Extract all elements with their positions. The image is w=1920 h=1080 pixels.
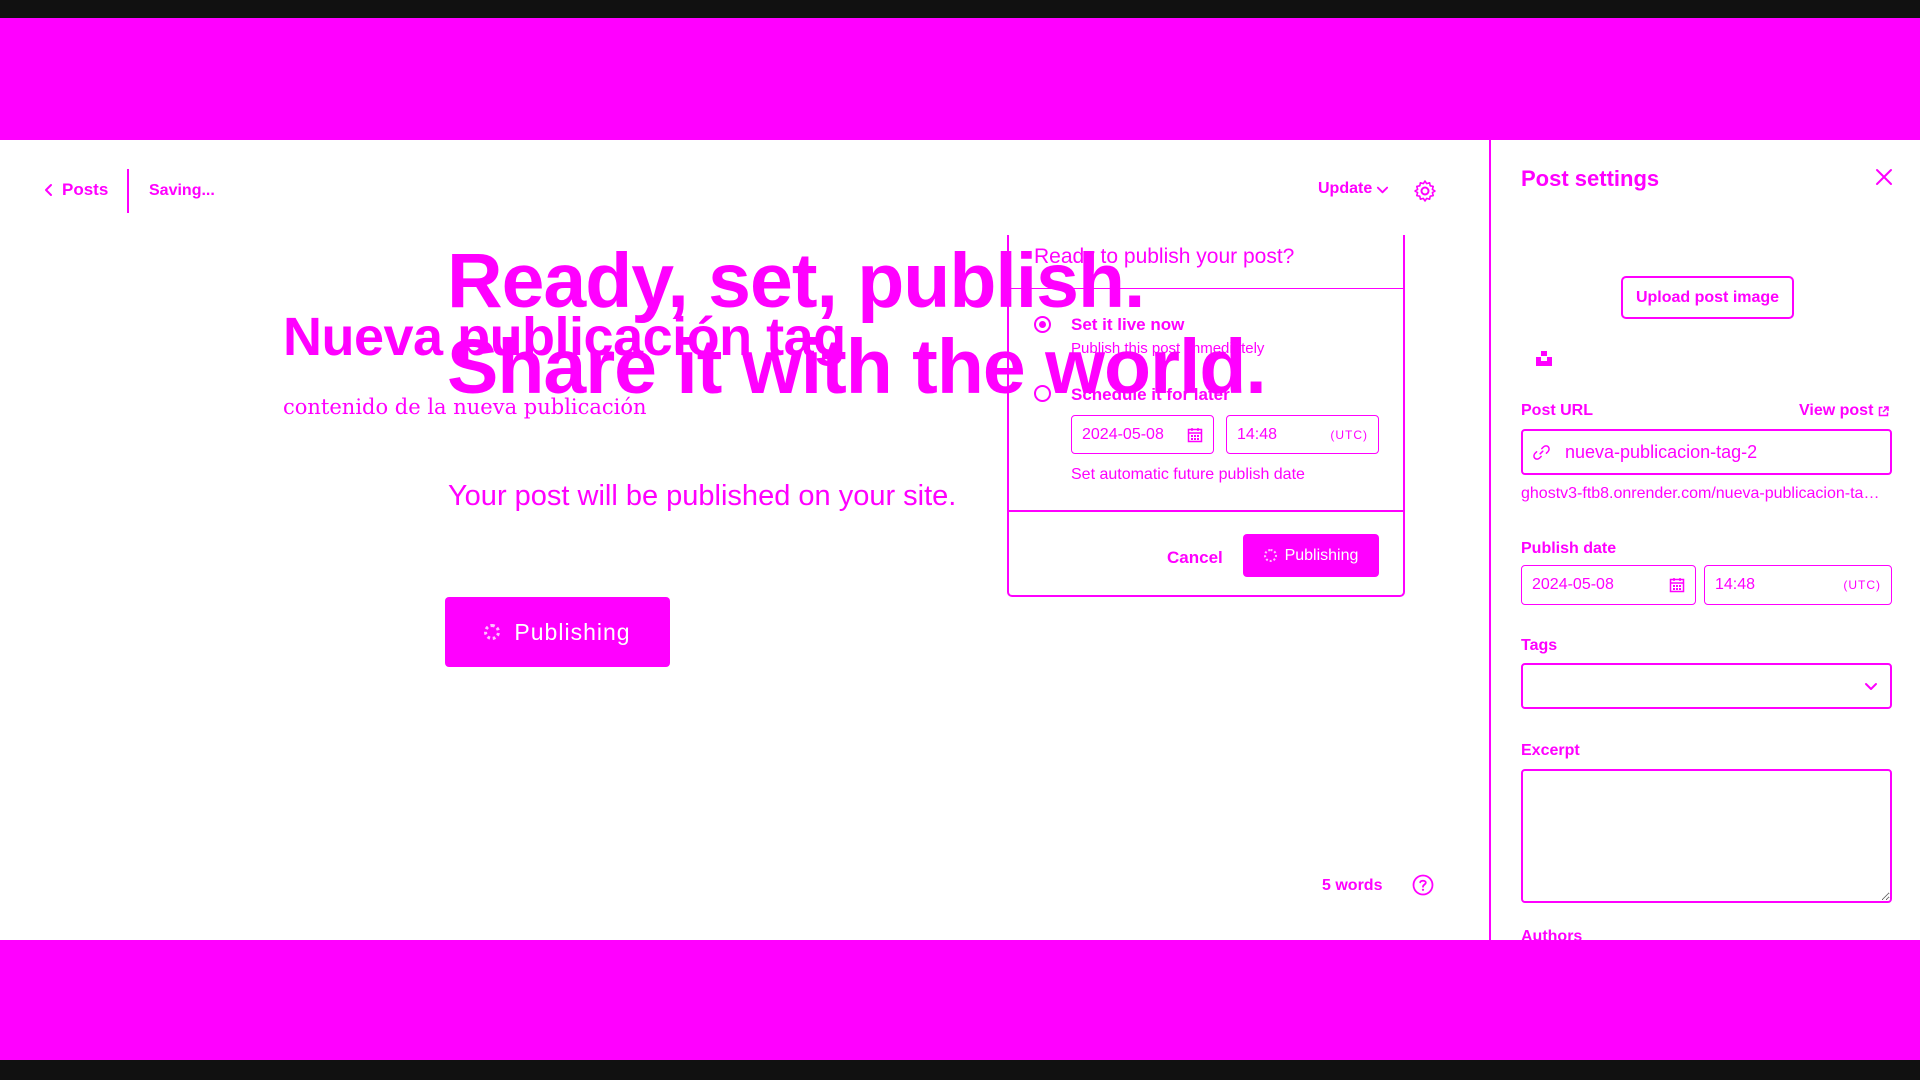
popover-footer-divider bbox=[1009, 510, 1403, 512]
view-post-link[interactable]: View post bbox=[1799, 402, 1890, 420]
external-link-icon bbox=[1879, 405, 1890, 416]
header-divider bbox=[127, 169, 129, 213]
schedule-time-value: 14:48 bbox=[1237, 425, 1278, 443]
publish-time-input[interactable]: 14:48 (UTC) bbox=[1704, 565, 1892, 605]
post-editor: Posts Saving... Update Nueva publicación… bbox=[0, 140, 1920, 940]
back-link-label: Posts bbox=[62, 180, 109, 199]
post-url-input[interactable]: nueva-publicacion-tag-2 bbox=[1521, 429, 1892, 475]
popover-publishing-button[interactable]: Publishing bbox=[1243, 534, 1379, 577]
upload-post-image-button[interactable]: Upload post image bbox=[1621, 276, 1794, 319]
spinner-icon bbox=[484, 624, 501, 640]
top-band bbox=[0, 18, 1920, 140]
publish-options-popover: Ready to publish your post? Set it live … bbox=[1007, 235, 1405, 597]
update-label: Update bbox=[1318, 180, 1373, 197]
help-icon[interactable] bbox=[1412, 874, 1434, 896]
post-url-value: nueva-publicacion-tag-2 bbox=[1565, 441, 1758, 462]
link-icon bbox=[1533, 444, 1550, 460]
option-now-label: Set it live now bbox=[1071, 315, 1185, 334]
bottom-band bbox=[0, 940, 1920, 1060]
spinner-icon bbox=[1263, 549, 1277, 562]
schedule-time-input[interactable]: 14:48 (UTC) bbox=[1226, 415, 1379, 454]
excerpt-textarea[interactable] bbox=[1521, 769, 1892, 903]
chevron-left-icon bbox=[45, 184, 52, 196]
publish-date-label: Publish date bbox=[1521, 540, 1617, 557]
publishing-button-label: Publishing bbox=[514, 618, 631, 645]
calendar-icon[interactable] bbox=[1187, 427, 1203, 443]
publish-subtitle: Your post will be published on your site… bbox=[448, 480, 957, 512]
schedule-timezone: (UTC) bbox=[1330, 427, 1368, 442]
update-dropdown-button[interactable]: Update bbox=[1318, 180, 1389, 198]
authors-label: Authors bbox=[1521, 928, 1583, 940]
word-count: 5 words bbox=[1322, 877, 1383, 894]
popover-title: Ready to publish your post? bbox=[1034, 245, 1295, 268]
sidebar-title: Post settings bbox=[1521, 166, 1660, 191]
tags-label: Tags bbox=[1521, 637, 1558, 654]
schedule-hint: Set automatic future publish date bbox=[1071, 466, 1305, 483]
close-icon[interactable] bbox=[1875, 168, 1893, 186]
publish-date-value: 2024-05-08 bbox=[1532, 576, 1614, 593]
popover-publishing-label: Publishing bbox=[1284, 546, 1359, 564]
post-url-label: Post URL bbox=[1521, 402, 1593, 419]
chevron-down-icon bbox=[1865, 683, 1877, 690]
option-now-description: Publish this post immediately bbox=[1071, 340, 1265, 357]
full-post-url: ghostv3-ftb8.onrender.com/nueva-publicac… bbox=[1521, 485, 1886, 502]
tags-select[interactable] bbox=[1521, 663, 1892, 709]
schedule-date-value: 2024-05-08 bbox=[1082, 425, 1164, 443]
schedule-date-input[interactable]: 2024-05-08 bbox=[1071, 415, 1214, 454]
chevron-down-icon bbox=[1377, 186, 1389, 193]
publish-time-value: 14:48 bbox=[1715, 576, 1756, 593]
save-status: Saving... bbox=[149, 182, 215, 199]
view-post-label: View post bbox=[1799, 402, 1874, 419]
excerpt-label: Excerpt bbox=[1521, 742, 1580, 759]
radio-set-live-now[interactable] bbox=[1034, 316, 1051, 333]
calendar-icon[interactable] bbox=[1669, 577, 1685, 593]
publishing-button[interactable]: Publishing bbox=[445, 597, 670, 667]
gear-icon[interactable] bbox=[1413, 179, 1437, 203]
popover-divider bbox=[1009, 288, 1403, 289]
back-to-posts-link[interactable]: Posts bbox=[42, 180, 108, 200]
publish-date-input[interactable]: 2024-05-08 bbox=[1521, 565, 1696, 605]
post-settings-sidebar: Post settings Upload post image Post URL… bbox=[1489, 140, 1920, 940]
cancel-button[interactable]: Cancel bbox=[1167, 548, 1223, 568]
radio-schedule-later[interactable] bbox=[1034, 385, 1051, 402]
option-later-label: Schedule it for later bbox=[1071, 385, 1230, 404]
publish-timezone: (UTC) bbox=[1843, 578, 1881, 592]
unsplash-icon[interactable] bbox=[1534, 348, 1554, 368]
